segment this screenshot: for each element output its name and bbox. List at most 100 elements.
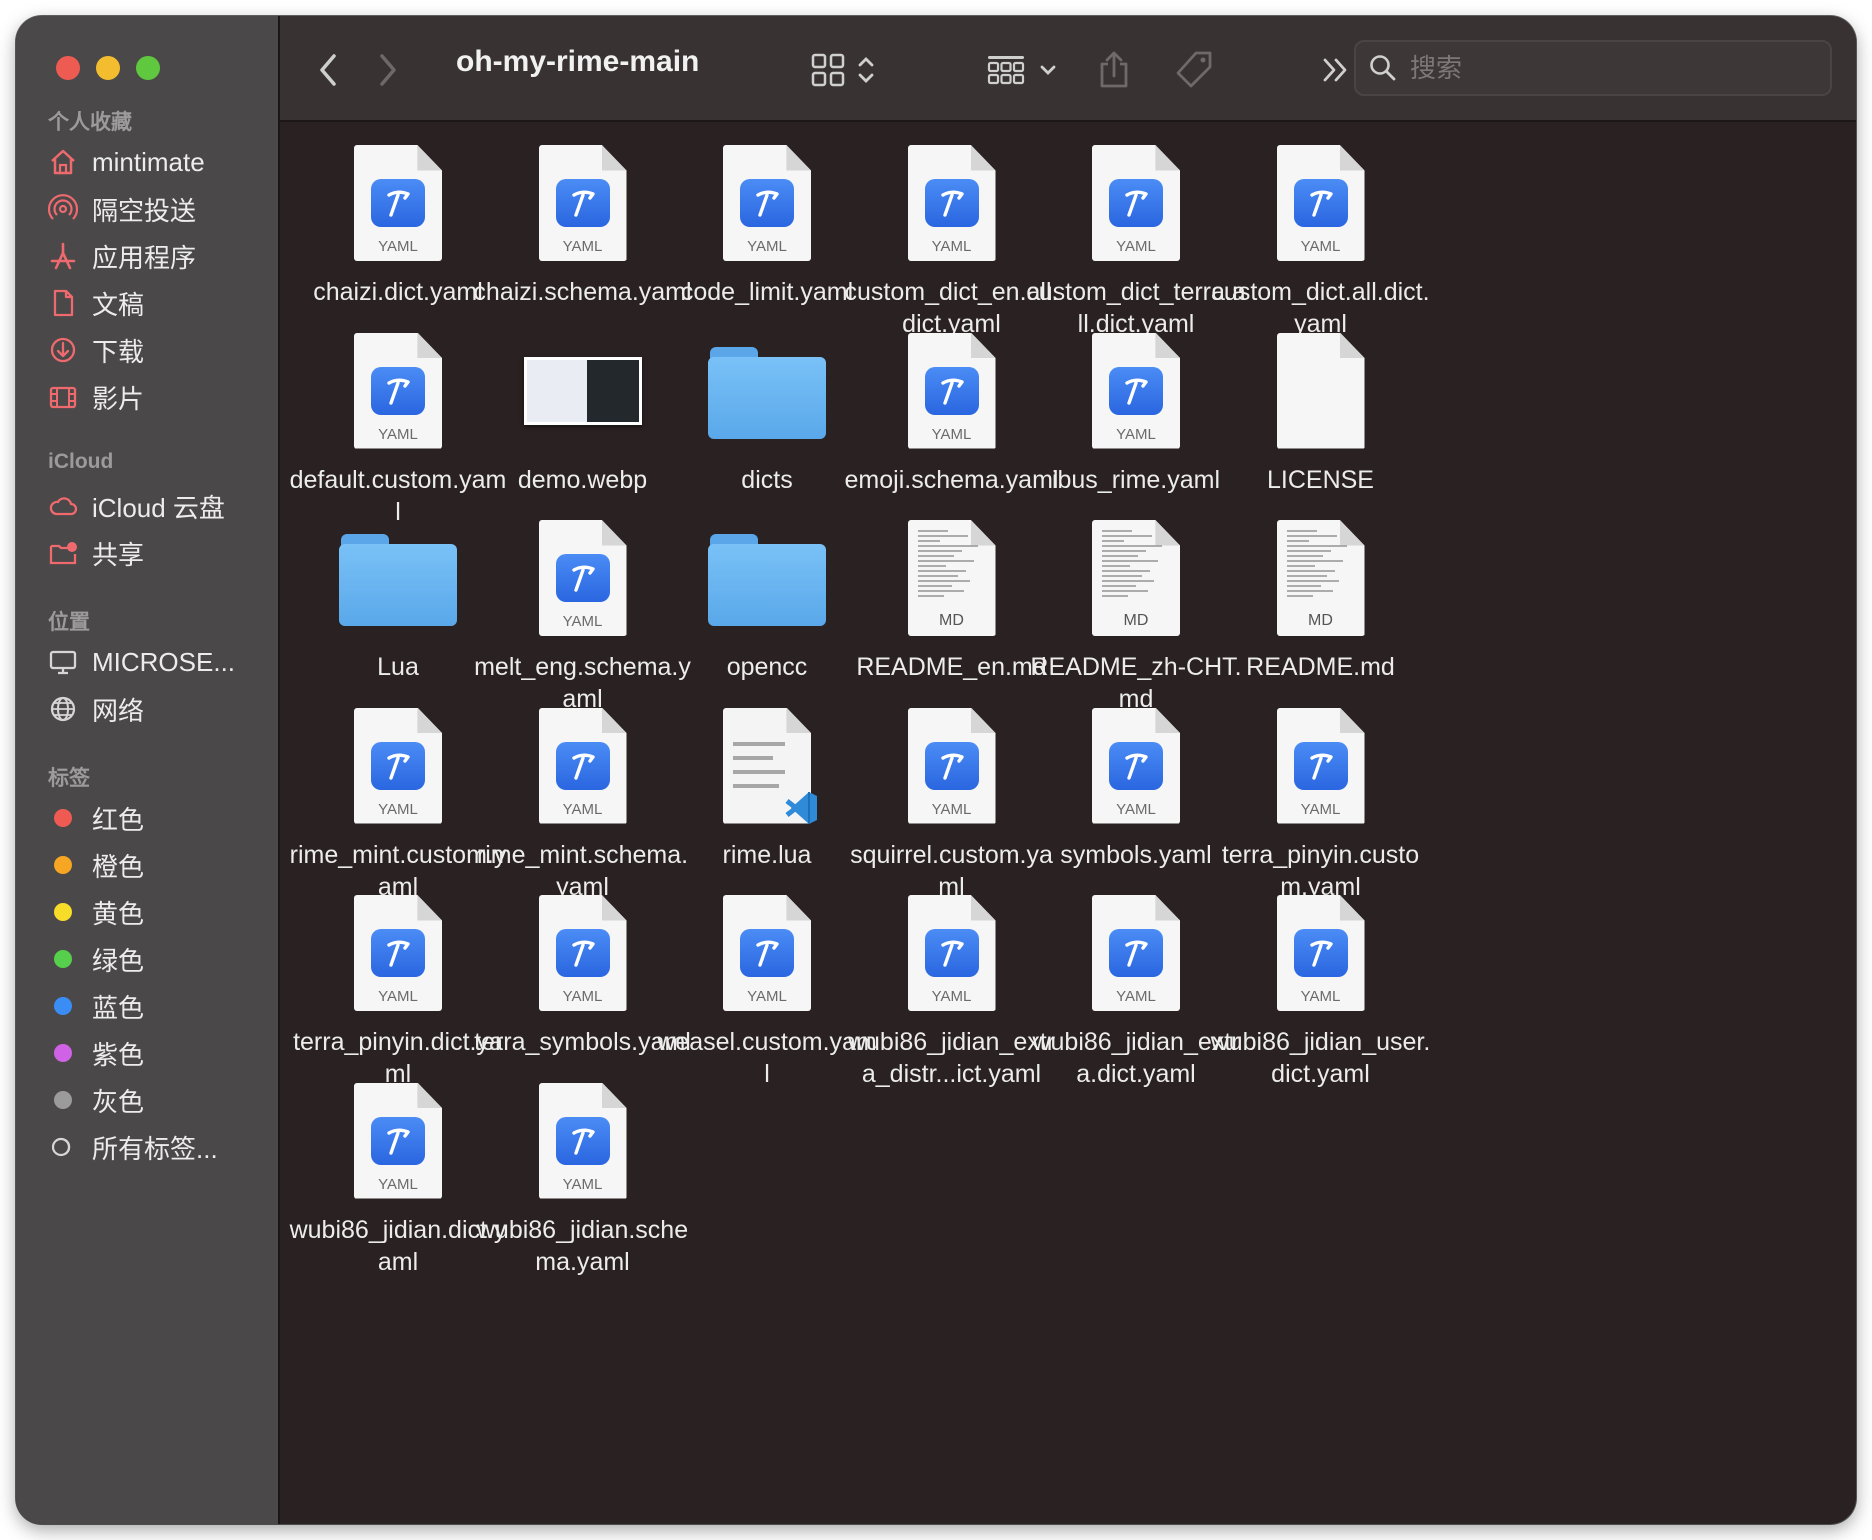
sidebar-item-3-1[interactable]: 橙色 — [48, 843, 268, 887]
yaml-file-icon: YAML — [354, 707, 442, 824]
file-name: wubi86_jidian.schema.yaml — [476, 1215, 689, 1276]
download-icon — [48, 335, 78, 365]
file-icon-wrapper: YAML — [1211, 138, 1431, 268]
yaml-file-icon: YAML — [538, 707, 627, 824]
sidebar-section-title: 标签 — [48, 767, 90, 790]
yaml-file-icon: YAML — [723, 895, 811, 1011]
sidebar-section-title: 位置 — [48, 611, 90, 634]
sidebar-item-3-6[interactable]: 灰色 — [48, 1078, 268, 1122]
sidebar-item-label: 红色 — [92, 804, 145, 835]
view-mode-button[interactable] — [810, 50, 878, 90]
group-by-button[interactable] — [986, 50, 1060, 90]
file-type-label: YAML — [1300, 800, 1341, 818]
sidebar-item-0-1[interactable]: 隔空投送 — [48, 187, 268, 231]
updown-chevron-icon — [858, 57, 874, 83]
yaml-file-icon: YAML — [538, 1082, 627, 1199]
sidebar-item-1-0[interactable]: iCloud 云盘 — [48, 484, 268, 528]
yaml-file-icon: YAML — [1276, 707, 1365, 824]
markdown-file-icon: MD — [907, 520, 996, 636]
airdrop-icon — [48, 194, 78, 224]
sidebar-item-label: 蓝色 — [92, 992, 145, 1023]
folder-icon — [708, 530, 826, 626]
toolbar: oh-my-rime-main — [280, 16, 1856, 122]
tag-color-dot — [48, 991, 78, 1021]
tag-dot-icon — [54, 997, 72, 1015]
tag-color-dot — [48, 803, 78, 833]
sidebar-item-label: 网络 — [92, 695, 145, 726]
back-button[interactable] — [316, 50, 340, 90]
file-type-label: YAML — [1116, 988, 1156, 1005]
file-icon-wrapper: YAML — [473, 1076, 693, 1206]
file-type-label: YAML — [562, 238, 603, 255]
minimize-window-button[interactable] — [96, 56, 120, 80]
sidebar-item-2-0[interactable]: MICROSE... — [48, 640, 268, 684]
vscode-badge-icon — [785, 791, 817, 824]
search-input[interactable] — [1408, 51, 1792, 85]
file-type-label: YAML — [378, 988, 418, 1005]
file-name: wubi86_jidian_user.dict.yaml — [1210, 1028, 1431, 1088]
image-thumbnail-icon — [523, 356, 642, 425]
tag-dot-icon — [54, 1091, 72, 1109]
file-type-label: YAML — [378, 800, 418, 818]
sidebar-item-3-3[interactable]: 绿色 — [48, 937, 268, 981]
zoom-window-button[interactable] — [136, 56, 160, 80]
close-window-button[interactable] — [56, 56, 80, 80]
sidebar-item-3-4[interactable]: 蓝色 — [48, 984, 268, 1028]
sidebar-item-3-5[interactable]: 紫色 — [48, 1031, 268, 1075]
sidebar-item-0-4[interactable]: 下载 — [48, 328, 268, 372]
sidebar-item-3-2[interactable]: 黄色 — [48, 890, 268, 934]
sidebar-item-label: iCloud 云盘 — [92, 492, 225, 523]
file-name: README.md — [1246, 653, 1395, 681]
sidebar-item-0-3[interactable]: 文稿 — [48, 281, 268, 325]
file-type-label: YAML — [378, 425, 418, 443]
shared-folder-icon — [48, 538, 78, 568]
search-field[interactable] — [1354, 40, 1832, 96]
file-type-label: YAML — [562, 1175, 603, 1193]
sidebar-item-1-1[interactable]: 共享 — [48, 531, 268, 575]
sidebar-item-label: 橙色 — [92, 851, 145, 882]
window-controls — [56, 56, 160, 80]
tag-color-dot — [48, 897, 78, 927]
file-type-label: YAML — [562, 988, 603, 1005]
sidebar-item-label: 黄色 — [92, 898, 145, 929]
file-item[interactable]: YAML wubi86_jidian.schema.yaml — [473, 1076, 693, 1300]
film-icon — [48, 382, 78, 412]
file-grid: YAML chaizi.dict.yaml YAML chaizi.schema… — [280, 120, 1856, 1524]
file-type-label: YAML — [1300, 238, 1341, 255]
file-type-label: YAML — [1116, 800, 1156, 818]
chevron-left-icon — [320, 54, 336, 86]
sidebar-section-title: 个人收藏 — [48, 111, 132, 134]
sidebar-item-0-2[interactable]: 应用程序 — [48, 234, 268, 278]
sidebar-item-label: 下载 — [92, 336, 145, 367]
markdown-file-icon: MD — [1276, 520, 1365, 636]
yaml-file-icon: YAML — [354, 332, 442, 449]
file-icon-wrapper — [1211, 326, 1431, 456]
file-type-label: MD — [1123, 612, 1149, 629]
tag-color-dot — [48, 1038, 78, 1068]
tag-button[interactable] — [1174, 50, 1214, 90]
more-toolbar-button[interactable] — [1320, 50, 1350, 90]
sidebar-item-label: mintimate — [92, 146, 205, 177]
yaml-file-icon: YAML — [1276, 145, 1365, 261]
file-type-label: YAML — [747, 238, 787, 255]
file-item[interactable]: YAML wubi86_jidian_user.dict.yaml — [1211, 888, 1431, 1112]
grid-view-icon — [811, 53, 845, 87]
yaml-file-icon: YAML — [907, 707, 996, 824]
finder-window: 个人收藏 mintimate 隔空投送 应用程序 文稿 下载 影片 iCloud iCloud … — [16, 16, 1856, 1524]
file-type-label: YAML — [1116, 425, 1156, 443]
file-type-label: YAML — [747, 988, 787, 1005]
file-type-label: YAML — [378, 238, 418, 255]
tag-color-dot — [48, 1085, 78, 1115]
sidebar-item-0-0[interactable]: mintimate — [48, 140, 268, 184]
sidebar-item-2-1[interactable]: 网络 — [48, 687, 268, 731]
yaml-file-icon: YAML — [354, 1082, 442, 1199]
sidebar-item-3-0[interactable]: 红色 — [48, 796, 268, 840]
forward-button[interactable] — [376, 50, 400, 90]
yaml-file-icon: YAML — [1092, 895, 1180, 1011]
sidebar-item-3-7[interactable]: 所有标签... — [48, 1125, 268, 1169]
tag-dot-icon — [54, 856, 72, 874]
sidebar-item-0-5[interactable]: 影片 — [48, 375, 268, 419]
share-button[interactable] — [1096, 50, 1132, 90]
file-icon-wrapper: YAML — [1211, 701, 1431, 831]
sidebar-item-label: 紫色 — [92, 1039, 145, 1070]
